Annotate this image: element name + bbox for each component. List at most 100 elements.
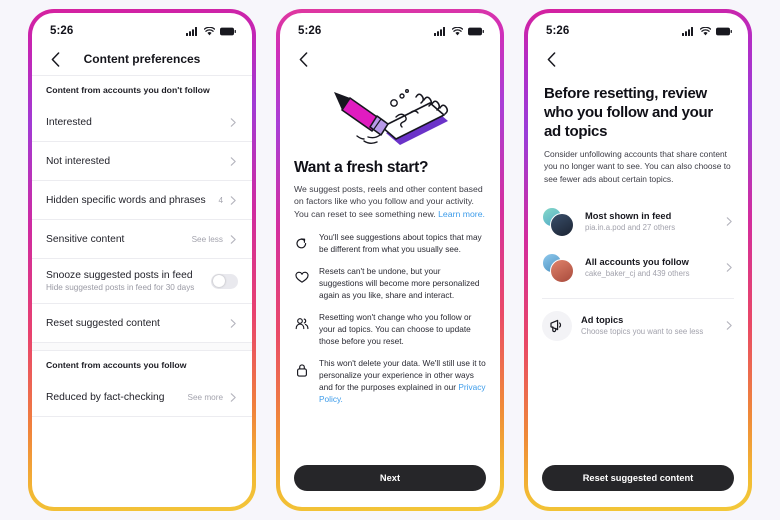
cellular-signal-icon	[434, 26, 445, 36]
row-texts: Reduced by fact-checking	[46, 392, 164, 403]
row-texts: Snooze suggested posts in feed Hide sugg…	[46, 270, 194, 292]
avatar	[550, 212, 574, 237]
cellular-signal-icon	[186, 26, 197, 36]
section-gap	[32, 342, 252, 351]
chevron-right-icon	[230, 392, 236, 402]
hero-illustration-wrap	[294, 77, 486, 157]
toggle-knob	[213, 275, 225, 287]
bullet-icon-wrap	[294, 357, 309, 377]
next-button[interactable]: Next	[294, 465, 486, 491]
settings-row-interested[interactable]: Interested	[32, 103, 252, 141]
account-row-ad-topics[interactable]: Ad topics Choose topics you want to see …	[528, 303, 748, 349]
row-right: See less	[192, 235, 238, 244]
phone1-screen: 5:26 Content preferences Content from ac…	[32, 13, 252, 507]
bullet-item-undone: Resets can't be undone, but your suggest…	[294, 265, 486, 301]
status-bar-time: 5:26	[298, 25, 322, 37]
row-right: 4	[218, 196, 238, 205]
phone3-nav-bar	[528, 43, 748, 75]
battery-icon	[716, 27, 732, 35]
row-meta-count: 4	[218, 195, 223, 205]
row-texts: Interested	[46, 117, 92, 128]
phone-mockup-review-before-reset: 5:26 Before resetting, review who you fo…	[524, 9, 752, 511]
settings-row-sensitive-content[interactable]: Sensitive content See less	[32, 220, 252, 258]
headline: Want a fresh start?	[294, 159, 429, 176]
wifi-icon	[700, 26, 711, 35]
status-bar-icons	[186, 26, 236, 36]
lead-paragraph: Consider unfollowing accounts that share…	[544, 149, 731, 184]
wifi-icon	[204, 26, 215, 35]
settings-row-hidden-words[interactable]: Hidden specific words and phrases 4	[32, 181, 252, 219]
chevron-right-icon	[230, 117, 236, 127]
status-bar-icons	[682, 26, 732, 36]
status-bar: 5:26	[280, 13, 500, 43]
bullet-item-follow-unchanged: Resetting won't change who you follow or…	[294, 311, 486, 347]
row-meta-value: See less	[191, 234, 223, 244]
account-row-most-shown[interactable]: Most shown in feed pia.in.a.pod and 27 o…	[528, 199, 748, 245]
learn-more-link[interactable]: Learn more.	[438, 209, 485, 219]
section-header-dont-follow: Content from accounts you don't follow	[46, 85, 210, 95]
settings-row-fact-checking[interactable]: Reduced by fact-checking See more	[32, 378, 252, 416]
row-title: Reset suggested content	[46, 317, 160, 329]
phone-mockup-fresh-start: 5:26 Want a fresh start? We suggest post…	[276, 9, 504, 511]
settings-row-snooze[interactable]: Snooze suggested posts in feed Hide sugg…	[32, 259, 252, 303]
bullet-item-suggestions: You'll see suggestions about topics that…	[294, 231, 486, 255]
phone-mockup-content-preferences: 5:26 Content preferences Content from ac…	[28, 9, 256, 511]
chevron-right-icon	[726, 217, 732, 227]
status-bar: 5:26	[528, 13, 748, 43]
screenshot-stage: 5:26 Content preferences Content from ac…	[0, 0, 780, 520]
row-texts: Reset suggested content	[46, 318, 160, 329]
account-texts: Most shown in feed pia.in.a.pod and 27 o…	[585, 211, 716, 232]
ad-topics-title: Ad topics	[581, 315, 624, 326]
bullet-icon-wrap	[294, 311, 309, 330]
row-title: Sensitive content	[46, 233, 125, 245]
account-title: All accounts you follow	[585, 257, 689, 268]
settings-row-reset-suggested-content[interactable]: Reset suggested content	[32, 304, 252, 342]
back-button[interactable]	[292, 48, 314, 70]
status-bar: 5:26	[32, 13, 252, 43]
back-button[interactable]	[540, 48, 562, 70]
ad-topics-icon-wrap	[542, 310, 572, 341]
wifi-icon	[452, 26, 463, 35]
list-separator	[542, 297, 734, 299]
account-list: Most shown in feed pia.in.a.pod and 27 o…	[528, 199, 748, 349]
phone1-nav-bar: Content preferences	[32, 43, 252, 75]
battery-icon	[468, 27, 484, 35]
bullet-item-data-privacy: This won't delete your data. We'll still…	[294, 357, 486, 405]
row-texts: Sensitive content	[46, 234, 124, 245]
reset-suggested-content-button[interactable]: Reset suggested content	[542, 465, 734, 491]
row-title: Not interested	[46, 155, 111, 167]
lock-icon	[296, 364, 307, 377]
status-bar-time: 5:26	[546, 25, 570, 37]
account-subtitle: pia.in.a.pod and 27 others	[585, 223, 676, 233]
back-button[interactable]	[44, 48, 66, 70]
row-title: Reduced by fact-checking	[46, 391, 165, 403]
row-right: See more	[188, 393, 239, 402]
settings-row-not-interested[interactable]: Not interested	[32, 142, 252, 180]
chevron-left-icon	[547, 51, 555, 67]
chevron-right-icon	[230, 318, 236, 328]
account-texts: Ad topics Choose topics you want to see …	[581, 315, 716, 336]
chevron-right-icon	[230, 234, 236, 244]
bullet-text: You'll see suggestions about topics that…	[319, 232, 482, 255]
row-subtitle: Hide suggested posts in feed for 30 days	[46, 283, 195, 292]
review-content: Before resetting, review who you follow …	[528, 75, 748, 457]
account-subtitle: cake_baker_cj and 439 others	[585, 269, 690, 279]
chevron-left-icon	[299, 51, 307, 67]
row-texts: Not interested	[46, 156, 110, 167]
chevron-right-icon	[230, 156, 236, 166]
ad-topics-subtitle: Choose topics you want to see less	[581, 327, 704, 337]
snooze-toggle[interactable]	[211, 273, 238, 289]
status-bar-time: 5:26	[50, 25, 74, 37]
bullet-text: Resetting won't change who you follow or…	[319, 312, 472, 347]
row-texts: Hidden specific words and phrases	[46, 195, 206, 206]
battery-icon	[220, 27, 236, 35]
row-divider	[32, 416, 252, 417]
lead-paragraph: We suggest posts, reels and other conten…	[294, 183, 486, 220]
cellular-signal-icon	[682, 26, 693, 36]
row-right	[211, 273, 238, 289]
bullet-text: This won't delete your data. We'll still…	[319, 357, 486, 405]
account-row-all-accounts[interactable]: All accounts you follow cake_baker_cj an…	[528, 245, 748, 291]
phone3-screen: 5:26 Before resetting, review who you fo…	[528, 13, 748, 507]
avatar-stack	[542, 206, 576, 237]
phone2-nav-bar	[280, 43, 500, 75]
